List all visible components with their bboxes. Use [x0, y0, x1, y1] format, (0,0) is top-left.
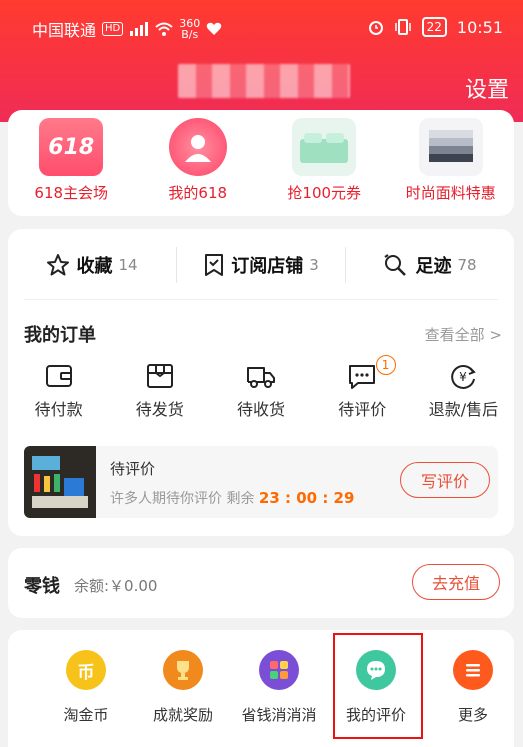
- write-review-button[interactable]: 写评价: [400, 462, 490, 498]
- refund-icon: ¥: [451, 365, 477, 389]
- subscribed-shops-entry[interactable]: 订阅店铺 3: [176, 247, 345, 283]
- carrier-name: 中国联通: [32, 21, 97, 40]
- box-icon: [146, 364, 173, 388]
- review-countdown: 23 : 00 : 29: [258, 489, 355, 507]
- promo-618-main[interactable]: 618 618主会场: [11, 118, 131, 216]
- status-left: 中国联通 HD 360 B/s: [32, 17, 222, 41]
- review-count-badge: 1: [375, 355, 396, 375]
- promo-label: 时尚面料特惠: [405, 184, 496, 202]
- order-label: 待评价: [338, 400, 387, 419]
- bookmark-heart-icon: [205, 254, 224, 276]
- footprint-count: 78: [457, 256, 477, 274]
- promo-my-618[interactable]: 我的618: [138, 118, 258, 216]
- fabric-stack-icon: [418, 118, 483, 176]
- favorites-label: 收藏: [76, 256, 113, 277]
- order-pending-payment[interactable]: 待付款: [8, 362, 109, 420]
- favorites-count: 14: [118, 256, 138, 274]
- profile-header: 中国联通 HD 360 B/s 22 10:51 设置: [0, 0, 523, 122]
- star-icon: [47, 254, 70, 276]
- order-label: 退款/售后: [428, 400, 499, 419]
- promo-fabric[interactable]: 时尚面料特惠: [391, 118, 511, 216]
- heart-icon: [206, 22, 222, 35]
- hd-badge: HD: [102, 22, 124, 36]
- balance-amount: 余额:￥0.00: [74, 577, 158, 595]
- net-speed-unit: B/s: [181, 28, 199, 41]
- promo-618-icon-text: 618: [48, 134, 95, 160]
- tool-taojinbi[interactable]: 币 淘金币: [41, 650, 131, 725]
- subscribed-shops-count: 3: [309, 256, 319, 274]
- order-pending-shipment[interactable]: 待发货: [109, 362, 210, 420]
- tool-label: 淘金币: [63, 706, 109, 724]
- pending-review-hint: 许多人期待你评价 剩余: [110, 491, 255, 507]
- balance-card: 零钱 余额:￥0.00 去充值: [8, 548, 514, 618]
- tool-label: 省钱消消消: [241, 706, 317, 724]
- promo-label: 618主会场: [34, 184, 109, 202]
- balance-title: 零钱: [24, 576, 60, 597]
- tools-card: 场 币 淘金币 成就奖励 省钱消消消 我的评价 更多: [8, 630, 514, 747]
- net-speed: 360 B/s: [179, 18, 200, 40]
- my-618-icon: [168, 118, 227, 176]
- tool-label: 更多: [457, 706, 488, 724]
- signal-icon: [130, 22, 149, 36]
- tool-more[interactable]: 更多: [428, 650, 514, 725]
- comment-icon: [349, 365, 376, 389]
- truck-icon: [247, 367, 275, 388]
- pending-review-title: 待评价: [110, 460, 156, 478]
- vibrate-icon: [394, 19, 411, 35]
- tool-partial[interactable]: 场: [8, 650, 24, 725]
- wallet-icon: [45, 365, 72, 387]
- blurred-username: [178, 64, 350, 98]
- coupon-bedding-icon: [292, 118, 357, 176]
- tracking-row: 收藏 14 订阅店铺 3 足迹 78: [8, 247, 514, 283]
- view-all-orders-link[interactable]: 查看全部 >: [425, 324, 502, 345]
- trophy-icon: [163, 650, 203, 690]
- list-menu-icon: [453, 650, 493, 690]
- footprint-entry[interactable]: 足迹 78: [345, 247, 514, 283]
- 618-promo-icon: 618: [39, 118, 104, 176]
- battery-indicator: 22: [421, 17, 447, 37]
- orders-title: 我的订单: [24, 325, 96, 346]
- favorites-entry[interactable]: 收藏 14: [8, 247, 176, 283]
- order-label: 待收货: [237, 400, 286, 419]
- my-reviews-highlight-box: [333, 633, 423, 739]
- tool-match-game[interactable]: 省钱消消消: [234, 650, 324, 725]
- orders-card: 收藏 14 订阅店铺 3 足迹 78 我的订单 查看全部 > 待付款 待发货 待…: [8, 229, 514, 536]
- footprint-icon: [384, 254, 407, 276]
- footprint-label: 足迹: [415, 256, 452, 277]
- tool-achievement[interactable]: 成就奖励: [138, 650, 228, 725]
- order-label: 待发货: [135, 400, 184, 419]
- wifi-icon: [155, 22, 173, 36]
- order-refund[interactable]: ¥ 退款/售后: [413, 362, 514, 420]
- clock-time: 10:51: [456, 17, 503, 37]
- order-status-row: 待付款 待发货 待收货 1 待评价 ¥ 退款/售后: [8, 355, 514, 420]
- subscribed-shops-label: 订阅店铺: [231, 256, 304, 277]
- divider: [24, 299, 498, 300]
- order-pending-receipt[interactable]: 待收货: [210, 362, 311, 420]
- pending-review-subtitle: 许多人期待你评价 剩余 23 : 00 : 29: [110, 488, 354, 508]
- coin-glyph: 币: [77, 662, 95, 683]
- promo-label: 我的618: [168, 184, 228, 202]
- status-bar: 中国联通 HD 360 B/s 22 10:51: [0, 0, 523, 58]
- svg-text:¥: ¥: [460, 370, 468, 384]
- promo-card: 618 618主会场 我的618 抢100元券 时尚面料特惠: [8, 110, 514, 216]
- order-pending-review[interactable]: 1 待评价: [312, 355, 413, 420]
- promo-coupon[interactable]: 抢100元券: [264, 118, 384, 216]
- pending-review-banner[interactable]: 待评价 许多人期待你评价 剩余 23 : 00 : 29 写评价: [24, 446, 498, 518]
- product-thumbnail: [24, 446, 96, 518]
- status-right: 22 10:51: [368, 17, 503, 37]
- order-label: 待付款: [34, 400, 83, 419]
- game-tiles-icon: [259, 650, 299, 690]
- recharge-button[interactable]: 去充值: [412, 564, 500, 600]
- settings-button[interactable]: 设置: [465, 72, 509, 104]
- alarm-icon: [368, 21, 383, 35]
- tool-label: 成就奖励: [152, 706, 213, 724]
- promo-label: 抢100元券: [287, 184, 362, 202]
- coin-icon: 币: [66, 650, 106, 690]
